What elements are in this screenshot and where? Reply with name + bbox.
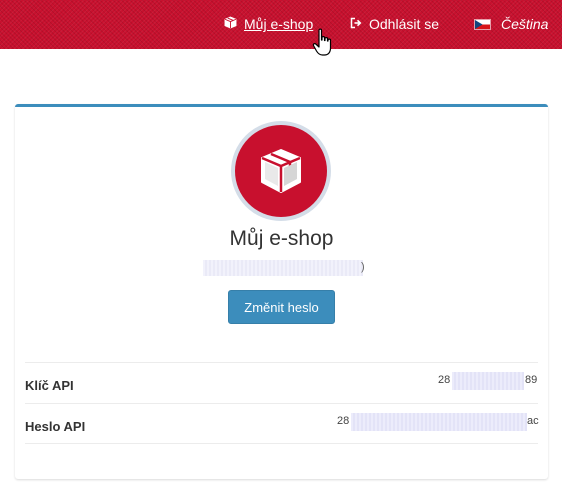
top-navbar: Můj e-shop Odhlásit se Čeština [0,0,562,49]
box-icon [224,16,237,32]
shop-name-heading: Můj e-shop [229,227,334,250]
language-selector[interactable]: Čeština [474,16,548,32]
language-label: Čeština [501,16,549,32]
my-eshop-link[interactable]: Můj e-shop [224,16,313,32]
logout-link[interactable]: Odhlásit se [350,16,439,32]
api-password-row: Heslo API 28 ac [25,403,539,444]
czech-flag-icon [474,18,491,30]
avatar [231,121,331,221]
api-key-label: Klíč API [25,378,74,393]
email-visible-end: ) [361,261,365,273]
api-key-value-start: 28 [438,374,451,386]
my-eshop-label: Můj e-shop [244,16,314,32]
api-password-value-start: 28 [337,415,350,427]
api-password-redacted [351,413,527,431]
api-key-redacted [452,372,524,390]
package-box-icon [235,125,327,217]
hand-cursor-icon [312,28,334,58]
profile-card: Můj e-shop ) Změnit heslo Klíč API 28 89… [15,104,548,479]
api-key-value-end: 89 [525,374,538,386]
api-key-row: Klíč API 28 89 [25,362,538,403]
email-redacted [203,260,363,276]
change-password-button[interactable]: Změnit heslo [228,290,335,324]
logout-label: Odhlásit se [369,16,440,32]
logout-icon [350,16,362,32]
api-password-value-end: ac [527,415,539,427]
api-password-label: Heslo API [25,419,86,434]
